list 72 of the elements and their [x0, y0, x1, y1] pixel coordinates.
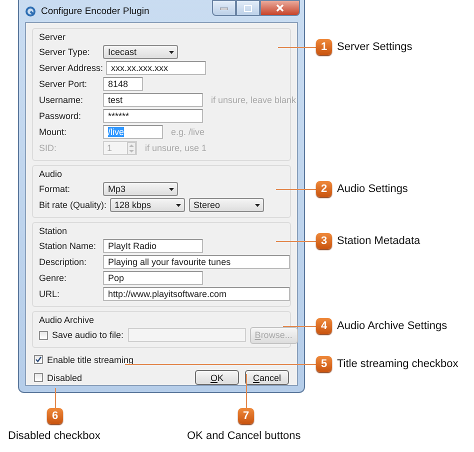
field-label: SID: — [39, 143, 58, 153]
field-label: URL: — [39, 289, 61, 299]
callout-text: Disabled checkbox — [8, 429, 100, 443]
input-field[interactable]: 8148 — [103, 77, 143, 91]
checkbox[interactable] — [34, 355, 43, 364]
app-icon — [25, 6, 36, 16]
checkbox[interactable] — [34, 373, 43, 382]
field-label: Server Address: — [39, 63, 104, 73]
callout-text: Audio Archive Settings — [337, 319, 448, 333]
caret-icon — [176, 204, 181, 206]
field-label: Station Name: — [39, 241, 98, 251]
field-label: Server Type: — [39, 47, 91, 57]
number-badge: 6 — [47, 408, 63, 424]
field-label: Username: — [39, 95, 84, 105]
field-label: Password: — [39, 111, 82, 121]
number-badge: 7 — [238, 408, 254, 424]
input-field[interactable]: ****** — [103, 109, 203, 123]
leader-line — [278, 47, 316, 48]
callout-text: Audio Settings — [337, 182, 408, 196]
dialog-button[interactable]: Cancel — [245, 370, 289, 385]
input-field[interactable]: xxx.xx.xxx.xxx — [106, 61, 206, 75]
minimize-button[interactable] — [212, 0, 236, 16]
input-field[interactable]: Pop — [103, 271, 203, 285]
caret-icon — [169, 188, 174, 190]
caret-icon — [169, 50, 174, 54]
close-button[interactable] — [260, 0, 300, 16]
number-badge: 4 — [316, 318, 332, 334]
hint-text: e.g. /live — [171, 127, 205, 137]
leader-line — [246, 374, 247, 408]
caret-icon — [254, 204, 260, 206]
callout-text: OK and Cancel buttons — [187, 429, 301, 443]
number-badge: 3 — [316, 233, 332, 249]
dialog-button[interactable]: OK — [195, 370, 239, 385]
maximize-button[interactable] — [236, 0, 260, 16]
callout-text: Title streaming checkbox — [337, 357, 458, 371]
close-icon — [276, 4, 284, 12]
callout-text: Station Metadata — [337, 234, 420, 248]
field-label: Description: — [39, 257, 88, 267]
callout-text: Server Settings — [337, 40, 412, 54]
input-field[interactable]: PlayIt Radio — [103, 239, 203, 253]
number-badge: 2 — [316, 181, 332, 197]
dropdown[interactable]: Stereo — [188, 198, 264, 212]
maximize-icon — [244, 4, 252, 12]
dropdown[interactable]: Mp3 — [103, 182, 178, 196]
group-title: Server — [39, 31, 67, 44]
group-title: Station — [39, 225, 68, 238]
field-label: Mount: — [39, 127, 68, 137]
minimize-icon — [220, 6, 228, 10]
checkbox-label: Enable title streaming — [47, 354, 134, 364]
leader-line — [276, 189, 316, 190]
dropdown[interactable]: Icecast — [103, 45, 178, 59]
field-label: Bit rate (Quality): — [39, 200, 108, 210]
input-field[interactable]: test — [103, 93, 203, 107]
spinner-arrows-icon[interactable] — [127, 142, 136, 154]
checkbox-label: Disabled — [47, 372, 82, 382]
input-field[interactable]: http://www.playitsoftware.com — [103, 287, 290, 301]
leader-line — [283, 326, 316, 327]
leader-line — [55, 388, 56, 408]
number-badge: 1 — [316, 39, 332, 55]
group-title: Audio — [39, 168, 64, 181]
field-label: Genre: — [39, 273, 68, 283]
window-title: Configure Encoder Plugin — [41, 6, 150, 16]
number-badge: 5 — [316, 356, 332, 372]
dropdown[interactable]: 128 kbps — [110, 198, 185, 212]
checkbox-label: Save audio to file: — [52, 330, 124, 340]
leader-line — [276, 241, 316, 242]
hint-text: if unsure, use 1 — [145, 143, 207, 153]
group-title: Audio Archive — [39, 314, 96, 327]
hint-text: if unsure, leave blank — [211, 95, 296, 105]
field-label: Server Port: — [39, 79, 88, 89]
field-label: Format: — [39, 184, 72, 194]
input-field[interactable]: Playing all your favourite tunes — [103, 255, 290, 269]
